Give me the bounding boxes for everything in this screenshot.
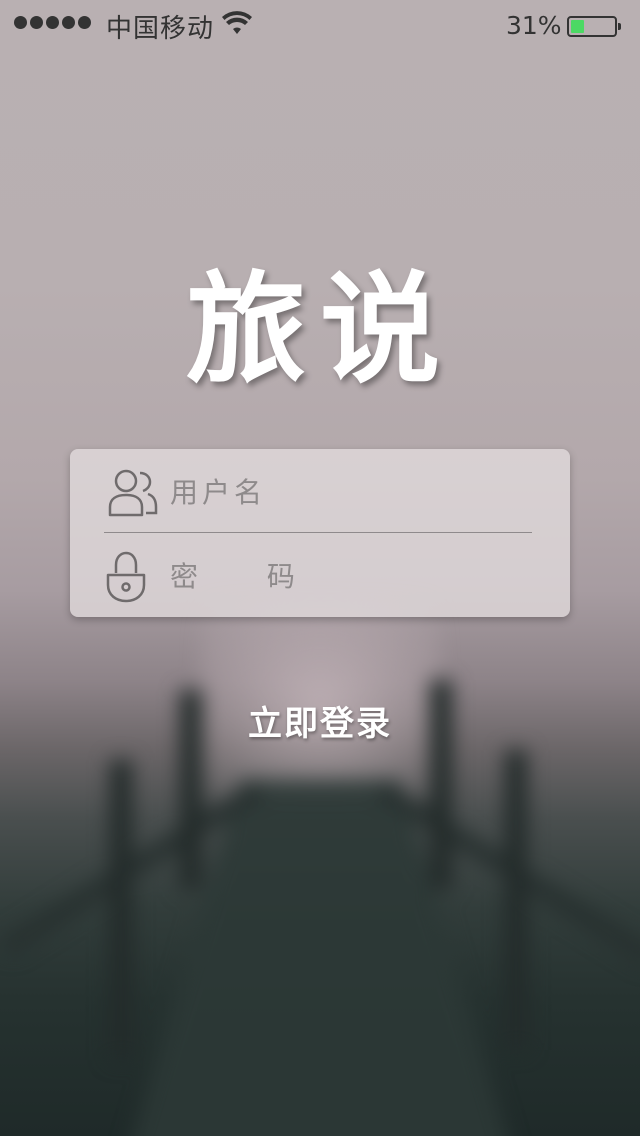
- password-field: [70, 533, 570, 617]
- login-form: [70, 449, 570, 617]
- battery-percentage: 31%: [506, 11, 562, 40]
- login-screen: 中国移动 31% 旅说 用户名 立即登录: [0, 0, 640, 1136]
- username-input[interactable]: [170, 469, 530, 515]
- login-button[interactable]: 立即登录: [200, 690, 440, 750]
- carrier-name: 中国移动: [106, 14, 215, 44]
- password-input[interactable]: [170, 553, 530, 599]
- status-bar: 中国移动 31%: [0, 0, 640, 44]
- username-field: [70, 449, 570, 533]
- user-icon: [108, 469, 158, 517]
- app-title: 旅说: [186, 259, 454, 400]
- wifi-icon: [222, 11, 252, 34]
- cellular-signal-icon: [14, 16, 91, 29]
- battery-level-fill: [571, 20, 584, 33]
- lock-icon: [106, 551, 146, 603]
- battery-icon: [567, 16, 621, 37]
